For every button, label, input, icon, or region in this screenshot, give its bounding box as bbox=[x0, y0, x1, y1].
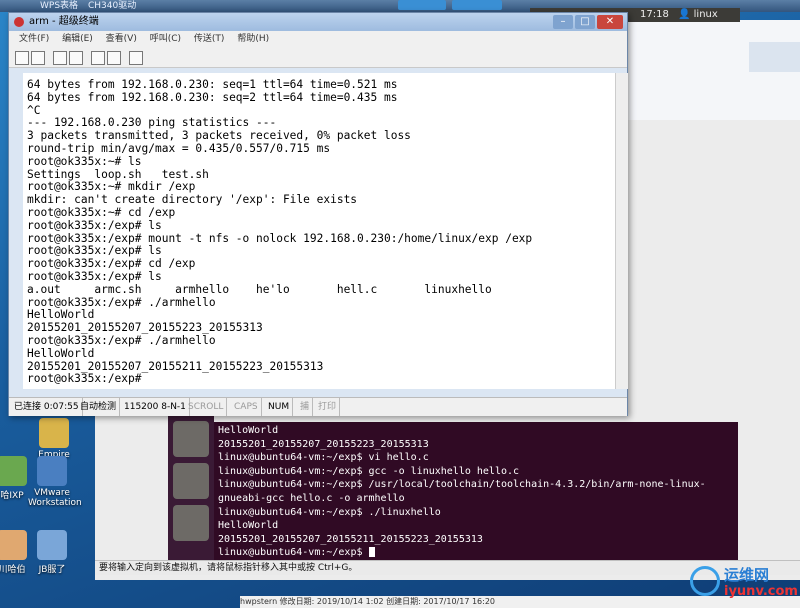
desktop-icon-empire[interactable]: Empire bbox=[30, 418, 78, 460]
taskbar-item-wps[interactable]: WPS表格 bbox=[40, 0, 78, 12]
terminal-line: root@ok335x:~# ls bbox=[27, 154, 142, 168]
menu-file[interactable]: 文件(F) bbox=[19, 34, 49, 44]
title-bar[interactable]: arm - 超级终端 – □ ✕ bbox=[9, 13, 627, 31]
app-icon bbox=[0, 456, 27, 486]
send-icon[interactable] bbox=[91, 51, 105, 65]
open-icon[interactable] bbox=[31, 51, 45, 65]
ubuntu-terminal[interactable]: HelloWorld 20155201_20155207_20155223_201… bbox=[214, 422, 738, 560]
minimize-button[interactable]: – bbox=[553, 15, 573, 29]
menu-call[interactable]: 呼叫(C) bbox=[150, 34, 181, 44]
disconnect-icon[interactable] bbox=[69, 51, 83, 65]
toolbar bbox=[9, 47, 627, 68]
terminal-line: HelloWorld bbox=[27, 346, 95, 360]
terminal-line: linux@ubuntu64-vm:~/exp$ bbox=[218, 546, 738, 560]
status-print: 打印 bbox=[315, 398, 341, 416]
menu-help[interactable]: 帮助(H) bbox=[237, 34, 269, 44]
terminal-line: root@ok335x:/exp# ./armhello bbox=[27, 333, 216, 347]
status-num: NUM bbox=[265, 398, 294, 416]
explorer-toolbar bbox=[749, 42, 800, 72]
window-title: arm - 超级终端 bbox=[29, 16, 99, 27]
status-caps: CAPS bbox=[231, 398, 262, 416]
new-icon[interactable] bbox=[15, 51, 29, 65]
user-icon bbox=[0, 530, 27, 560]
text-cursor bbox=[368, 547, 375, 558]
ubuntu-launcher bbox=[168, 415, 214, 560]
terminal-line: linux@ubuntu64-vm:~/exp$ ./linuxhello bbox=[218, 506, 441, 518]
vertical-scrollbar[interactable] bbox=[615, 73, 628, 389]
text-editor-icon[interactable] bbox=[173, 421, 209, 457]
menu-view[interactable]: 查看(V) bbox=[106, 34, 137, 44]
terminal-line: 64 bytes from 192.168.0.230: seq=2 ttl=6… bbox=[27, 90, 398, 104]
trash-icon[interactable] bbox=[173, 505, 209, 541]
desktop-icon-vmware[interactable]: VMware Workstation bbox=[28, 456, 82, 508]
desktop-icon-app[interactable]: JB服了 bbox=[28, 530, 76, 575]
folder-icon bbox=[39, 418, 69, 448]
watermark: 运维网 iyunv.com bbox=[690, 560, 800, 608]
terminal-line: linux@ubuntu64-vm:~/exp$ /usr/local/tool… bbox=[218, 479, 706, 491]
user-icon: 👤 bbox=[678, 9, 691, 20]
terminal-line: round-trip min/avg/max = 0.435/0.557/0.7… bbox=[27, 141, 331, 155]
properties-icon[interactable] bbox=[129, 51, 143, 65]
user-menu[interactable]: 👤 linux bbox=[678, 8, 718, 22]
app-icon bbox=[37, 530, 67, 560]
app-icon bbox=[14, 17, 24, 27]
status-capture: 捕 bbox=[297, 398, 314, 416]
terminal-line: gnueabi-gcc hello.c -o armhello bbox=[218, 492, 405, 504]
terminal-line: 20155201_20155207_20155223_20155313 bbox=[218, 438, 429, 450]
terminal-line: root@ok335x:/exp# bbox=[27, 372, 142, 386]
menu-edit[interactable]: 编辑(E) bbox=[62, 34, 93, 44]
status-connection: 已连接 0:07:55 bbox=[11, 398, 83, 416]
taskbar-button[interactable] bbox=[452, 0, 502, 10]
terminal-line: linux@ubuntu64-vm:~/exp$ vi hello.c bbox=[218, 452, 429, 464]
terminal-line: root@ok335x:/exp# ls bbox=[27, 218, 162, 232]
taskbar-button[interactable] bbox=[398, 0, 446, 10]
status-scroll: SCROLL bbox=[185, 398, 228, 416]
hyperterminal-window: arm - 超级终端 – □ ✕ 文件(F) 编辑(E) 查看(V) 呼叫(C)… bbox=[8, 12, 628, 416]
terminal-line: 64 bytes from 192.168.0.230: seq=1 ttl=6… bbox=[27, 78, 398, 91]
clock: 17:18 bbox=[640, 9, 669, 20]
serial-terminal[interactable]: 64 bytes from 192.168.0.230: seq=1 ttl=6… bbox=[23, 73, 615, 389]
terminal-line: root@ok335x:/exp# ls bbox=[27, 269, 162, 283]
close-button[interactable]: ✕ bbox=[597, 15, 623, 29]
menu-bar: 文件(F) 编辑(E) 查看(V) 呼叫(C) 传送(T) 帮助(H) bbox=[9, 31, 627, 47]
terminal-line: HelloWorld bbox=[218, 425, 279, 436]
receive-icon[interactable] bbox=[107, 51, 121, 65]
watermark-logo bbox=[690, 566, 720, 596]
terminal-line: 20155201_20155207_20155211_20155223_2015… bbox=[218, 533, 483, 545]
status-bar: 已连接 0:07:55 自动检测 115200 8-N-1 SCROLL CAP… bbox=[9, 397, 627, 416]
workspace-icon[interactable] bbox=[173, 463, 209, 499]
terminal-line: linux@ubuntu64-vm:~/exp$ gcc -o linuxhel… bbox=[218, 465, 520, 477]
menu-transfer[interactable]: 传送(T) bbox=[194, 34, 225, 44]
phone-icon[interactable] bbox=[53, 51, 67, 65]
terminal-line: root@ok335x:/exp# ./armhello bbox=[27, 295, 216, 309]
terminal-line: HelloWorld bbox=[218, 520, 279, 532]
status-detect: 自动检测 bbox=[77, 398, 121, 416]
terminal-line: a.out armc.sh armhello he'lo hell.c linu… bbox=[27, 282, 492, 296]
vmware-icon bbox=[37, 456, 67, 486]
terminal-line: root@ok335x:~# cd /exp bbox=[27, 205, 176, 219]
taskbar-item-ch340[interactable]: CH340驱动 bbox=[88, 0, 136, 12]
maximize-button[interactable]: □ bbox=[575, 15, 595, 29]
status-baud: 115200 8-N-1 bbox=[121, 398, 190, 416]
